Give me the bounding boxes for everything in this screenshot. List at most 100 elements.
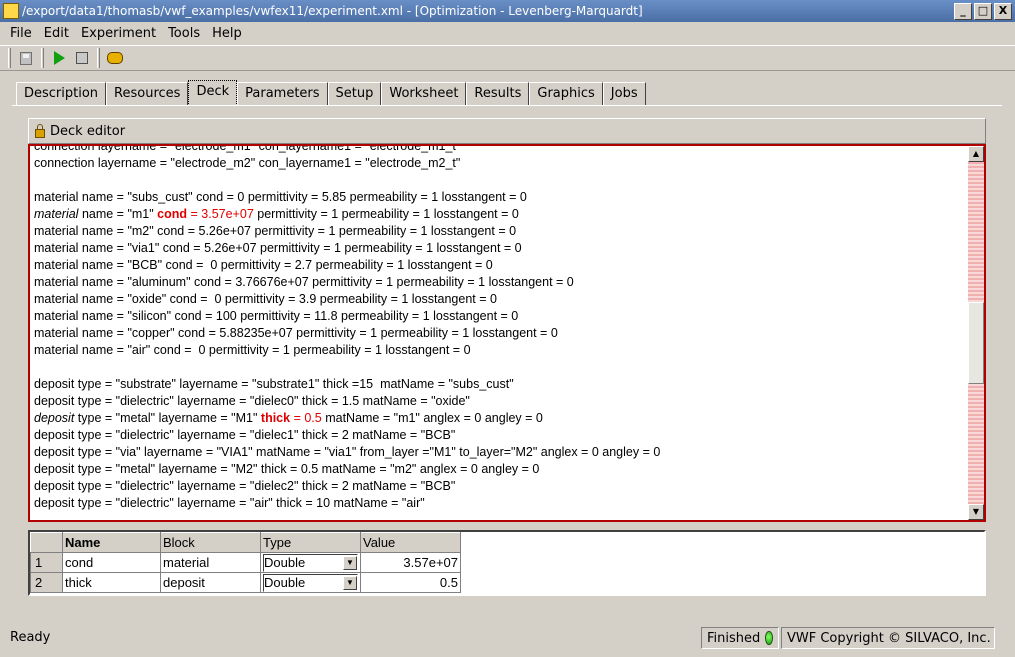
menu-help[interactable]: Help (206, 26, 248, 41)
deck-line (34, 172, 964, 189)
menu-bar: File Edit Experiment Tools Help (0, 22, 1015, 44)
param-cond: cond (157, 207, 188, 221)
deck-editor-header: Deck editor (28, 118, 986, 144)
cell-type[interactable]: Double ▼ (260, 572, 361, 593)
deck-line: connection layername = "electrode_m1" co… (34, 144, 461, 153)
minimize-button[interactable]: _ (954, 2, 972, 20)
window-title: /export/data1/thomasb/vwf_examples/vwfex… (22, 4, 643, 18)
tab-worksheet[interactable]: Worksheet (381, 82, 467, 106)
deck-line: deposit type = "metal" layername = "M2" … (34, 462, 540, 476)
editor-scrollbar[interactable]: ▲ ▼ (968, 146, 984, 520)
line-text: type = "metal" layername = "M1" (74, 411, 261, 425)
deck-line: material name = "silicon" cond = 100 per… (34, 309, 519, 323)
deck-line: material name = "copper" cond = 5.88235e… (34, 326, 558, 340)
line-text: permittivity = 1 permeability = 1 lossta… (253, 207, 519, 221)
param-eq: = (290, 411, 305, 425)
deck-line: material name = "subs_cust" cond = 0 per… (34, 190, 527, 204)
deck-line (34, 359, 964, 376)
column-header-type[interactable]: Type (260, 532, 361, 553)
debug-icon (107, 52, 123, 64)
tab-results[interactable]: Results (466, 82, 530, 106)
copyright: VWF Copyright © SILVACO, Inc. (781, 627, 995, 649)
deck-line-highlighted: deposit type = "metal" layername = "M1" … (34, 410, 964, 427)
menu-tools[interactable]: Tools (162, 26, 206, 41)
deck-line: deposit type = "dielectric" layername = … (34, 479, 456, 493)
toolbar-separator (41, 48, 44, 68)
keyword-material: material (34, 207, 79, 221)
deck-line: material name = "BCB" cond = 0 permittiv… (34, 258, 493, 272)
stop-button[interactable] (72, 48, 92, 68)
lock-icon (35, 123, 45, 138)
type-value: Double (264, 575, 306, 590)
type-select[interactable]: Double ▼ (263, 573, 358, 592)
menu-experiment[interactable]: Experiment (75, 26, 162, 41)
table-row[interactable]: 1 cond material Double ▼ 3.57e+07 (30, 552, 461, 573)
toolbar-separator (97, 48, 100, 68)
menu-edit[interactable]: Edit (38, 26, 75, 41)
tab-resources[interactable]: Resources (106, 82, 189, 106)
maximize-button[interactable]: □ (974, 2, 992, 20)
scroll-down-icon[interactable]: ▼ (968, 504, 984, 520)
deck-line: deposit type = "via" layername = "VIA1" … (34, 445, 661, 459)
deck-line: deposit type = "substrate" layername = "… (34, 377, 514, 391)
tab-deck[interactable]: Deck (188, 80, 238, 106)
cell-value[interactable]: 0.5 (360, 572, 461, 593)
cell-block[interactable]: material (160, 552, 261, 573)
scroll-up-icon[interactable]: ▲ (968, 146, 984, 162)
status-text: Ready (10, 630, 51, 645)
type-select[interactable]: Double ▼ (263, 553, 358, 572)
deck-line: material name = "m2" cond = 5.26e+07 per… (34, 224, 517, 238)
cell-block[interactable]: deposit (160, 572, 261, 593)
table-row[interactable]: 2 thick deposit Double ▼ 0.5 (30, 572, 461, 593)
tab-setup[interactable]: Setup (327, 82, 382, 106)
column-header-block[interactable]: Block (160, 532, 261, 553)
deck-line: deposit type = "dielectric" layername = … (34, 428, 456, 442)
line-text: name = "m1" (78, 207, 158, 221)
deck-line: material name = "oxide" cond = 0 permitt… (34, 292, 497, 306)
deck-editor-title: Deck editor (50, 123, 126, 139)
table-corner (30, 532, 63, 553)
run-icon (53, 51, 65, 65)
deck-line: deposit type = "dielectric" layername = … (34, 394, 470, 408)
deck-editor[interactable]: connection layername = "electrode_m1" co… (28, 144, 986, 522)
stop-icon (76, 52, 88, 64)
scrollbar-thumb[interactable] (968, 302, 984, 384)
parameter-table: Name Block Type Value 1 cond material Do… (28, 530, 986, 596)
cell-name[interactable]: thick (62, 572, 161, 593)
param-eq: = (187, 207, 202, 221)
job-status: Finished (701, 627, 779, 649)
tab-parameters[interactable]: Parameters (237, 82, 328, 106)
cell-name[interactable]: cond (62, 552, 161, 573)
column-header-name[interactable]: Name (62, 532, 161, 553)
run-button[interactable] (49, 48, 69, 68)
save-icon (20, 51, 32, 65)
chevron-down-icon[interactable]: ▼ (343, 575, 357, 590)
deck-line: deposit type = "dielectric" layername = … (34, 496, 425, 510)
deck-line-highlighted: material name = "m1" cond = 3.57e+07 per… (34, 206, 964, 223)
tab-description[interactable]: Description (16, 82, 107, 106)
param-thick-value: 0.5 (304, 411, 322, 425)
keyword-deposit: deposit (34, 411, 75, 425)
row-number: 1 (30, 552, 63, 573)
tab-jobs[interactable]: Jobs (602, 82, 646, 106)
title-bar: /export/data1/thomasb/vwf_examples/vwfex… (0, 0, 1015, 22)
type-value: Double (264, 555, 306, 570)
deck-line: material name = "via1" cond = 5.26e+07 p… (34, 241, 522, 255)
save-button[interactable] (16, 48, 36, 68)
cell-type[interactable]: Double ▼ (260, 552, 361, 573)
chevron-down-icon[interactable]: ▼ (343, 555, 357, 570)
column-header-value[interactable]: Value (360, 532, 461, 553)
close-button[interactable]: X (994, 2, 1012, 20)
menu-file[interactable]: File (4, 26, 38, 41)
deck-text[interactable]: connection layername = "electrode_m1" co… (34, 144, 964, 512)
toolbar (0, 45, 1015, 71)
app-icon (3, 3, 19, 19)
debug-button[interactable] (105, 48, 125, 68)
cell-value[interactable]: 3.57e+07 (360, 552, 461, 573)
deck-line: material name = "aluminum" cond = 3.7667… (34, 275, 574, 289)
tab-graphics[interactable]: Graphics (529, 82, 603, 106)
copyright-text: VWF Copyright © SILVACO, Inc. (787, 630, 991, 646)
toolbar-grip[interactable] (8, 48, 11, 68)
param-thick: thick (260, 411, 291, 425)
deck-line: connection layername = "electrode_m2" co… (34, 156, 461, 170)
